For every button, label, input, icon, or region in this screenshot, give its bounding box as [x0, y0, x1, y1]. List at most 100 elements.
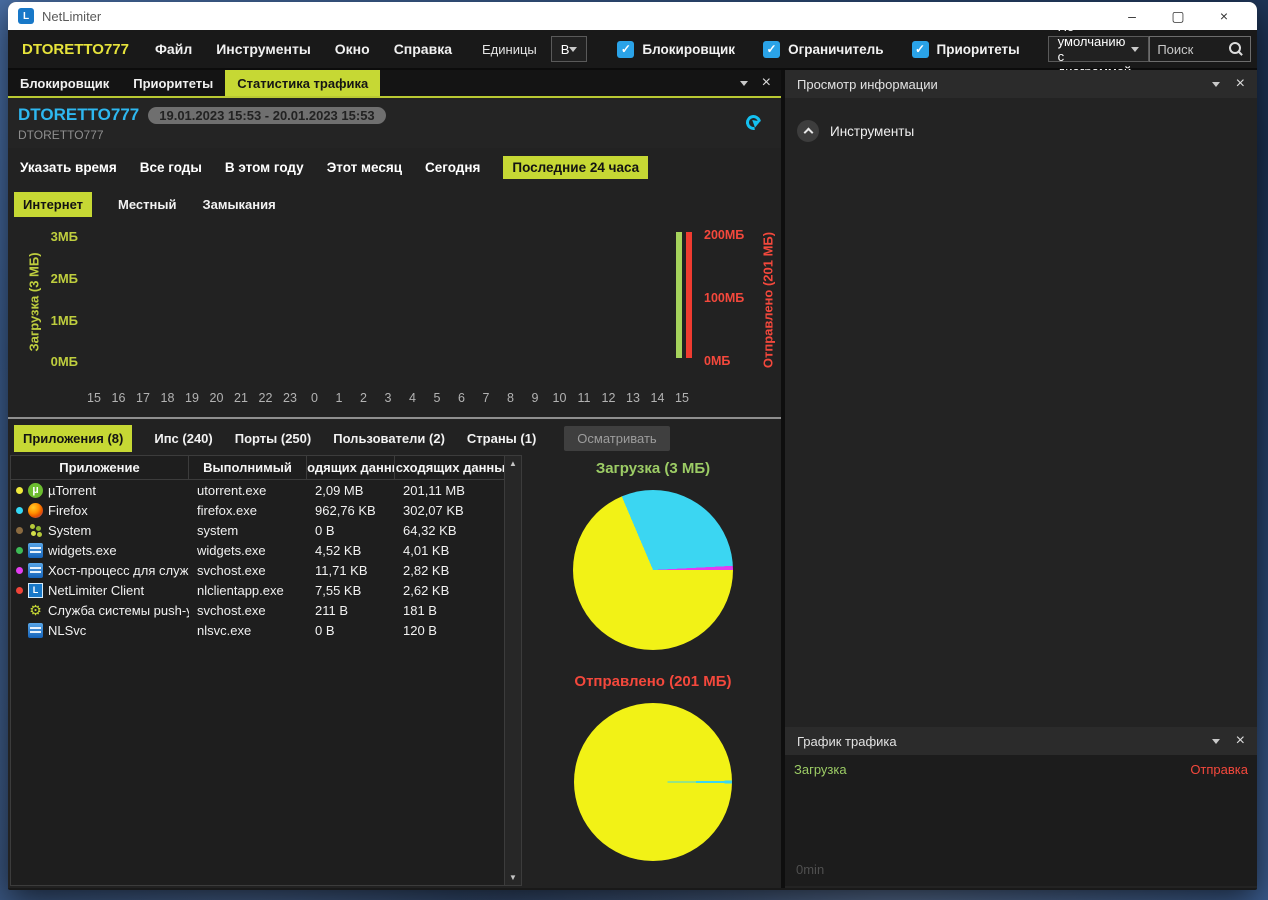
units-select[interactable]: В [550, 36, 588, 62]
checkbox-icon[interactable]: ✓ [617, 40, 635, 58]
window-icon [28, 562, 43, 578]
panel-tab-1[interactable]: Приоритеты [121, 70, 225, 96]
collapse-circle-icon[interactable] [797, 120, 819, 142]
panel-tab-0[interactable]: Блокировщик [8, 70, 121, 96]
panel-menu-chevron-icon[interactable] [1211, 82, 1220, 91]
info-panel-title: Просмотр информации [797, 76, 938, 92]
time-filter-4[interactable]: Сегодня [425, 160, 480, 175]
scope-tab-bar: Интернет Местный Замыкания [14, 191, 276, 217]
right-axis-label: Отправлено (201 МБ) [760, 231, 776, 369]
toggle-2[interactable]: ✓ Приоритеты [911, 40, 1020, 58]
tools-expander[interactable]: Инструменты [797, 120, 914, 142]
menu-item-0[interactable]: Файл [155, 41, 192, 57]
exe-cell: nlclientapp.exe [197, 582, 284, 598]
upload-bar [686, 232, 692, 358]
time-filter-2[interactable]: В этом году [225, 160, 304, 175]
menu-item-3[interactable]: Справка [394, 41, 452, 57]
column-header-1[interactable]: Выполнимый [189, 456, 307, 479]
units-label: Единицы [482, 41, 537, 57]
maximize-button[interactable]: ▢ [1155, 3, 1201, 29]
date-range-badge[interactable]: 19.01.2023 15:53 - 20.01.2023 15:53 [148, 106, 386, 124]
column-header-2[interactable]: Входящих данных [307, 456, 395, 479]
search-input[interactable] [1157, 41, 1230, 57]
app-cell: Хост-процесс для служб [11, 562, 189, 578]
status-dot [16, 526, 23, 534]
menu-item-2[interactable]: Окно [335, 41, 370, 57]
category-tab-1[interactable]: Ипс (240) [154, 431, 212, 446]
search-box[interactable] [1149, 36, 1252, 62]
app-cell: ⚙ Служба системы push-ув [11, 603, 189, 618]
toggle-0[interactable]: ✓ Блокировщик [617, 40, 735, 58]
download-bar [676, 232, 682, 358]
outgoing-cell: 2,82 KB [403, 562, 450, 578]
scope-tab-0[interactable]: Интернет [14, 191, 93, 217]
x-axis-tick: 23 [283, 391, 297, 405]
app-cell: Firefox [11, 502, 189, 518]
exe-cell: nlsvc.exe [197, 622, 252, 638]
upload-pie-chart [574, 703, 732, 861]
app-name: NLSvc [48, 622, 87, 638]
menu-item-1[interactable]: Инструменты [216, 41, 311, 57]
table-row[interactable]: L NetLimiter Client nlclientapp.exe 7,55 KB… [11, 580, 504, 600]
traffic-graph-body: Загрузка Отправка 0min [785, 755, 1257, 886]
table-row[interactable]: µ µTorrent utorrent.exe 2,09 MB 201,11 MB [11, 480, 504, 500]
scope-tab-2[interactable]: Замыкания [202, 197, 275, 212]
close-button[interactable]: × [1201, 3, 1247, 29]
table-row[interactable]: widgets.exe widgets.exe 4,52 KB 4,01 KB [11, 540, 504, 560]
time-filter-0[interactable]: Указать время [20, 160, 117, 175]
column-header-0[interactable]: Приложение [11, 456, 189, 479]
column-header-3[interactable]: Исходящих данных [395, 456, 504, 479]
app-name: µTorrent [48, 482, 96, 498]
inspect-button[interactable]: Осматривать [564, 425, 670, 451]
table-row[interactable]: Хост-процесс для служб svchost.exe 11,71 K… [11, 560, 504, 580]
app-cell: System [11, 523, 189, 538]
table-row[interactable]: NLSvc nlsvc.exe 0 B 120 B [11, 620, 504, 640]
panel-close-icon[interactable]: × [1236, 733, 1245, 749]
time-filter-3[interactable]: Этот месяц [327, 160, 402, 175]
panel-menu-chevron-icon[interactable] [1211, 739, 1220, 748]
x-axis-tick: 15 [87, 391, 101, 405]
x-axis-tick: 14 [650, 391, 665, 405]
search-icon[interactable] [1229, 42, 1243, 56]
scope-tab-1[interactable]: Местный [118, 197, 176, 212]
table-row[interactable]: System system 0 B 64,32 KB [11, 520, 504, 540]
category-tab-0[interactable]: Приложения (8) [14, 424, 133, 452]
table-row[interactable]: ⚙ Служба системы push-ув svchost.exe 211 B 1… [11, 600, 504, 620]
outgoing-cell: 181 B [403, 602, 437, 618]
toggle-1[interactable]: ✓ Ограничитель [763, 40, 884, 58]
app-name: NetLimiter Client [48, 582, 145, 598]
outgoing-cell: 4,01 KB [403, 542, 450, 558]
table-row[interactable]: Firefox firefox.exe 962,76 KB 302,07 KB [11, 500, 504, 520]
category-tab-4[interactable]: Страны (1) [467, 431, 536, 446]
category-tab-2[interactable]: Порты (250) [235, 431, 311, 446]
applications-table: ПриложениеВыполнимыйВходящих данныхИсход… [10, 455, 522, 886]
table-scrollbar[interactable]: ▲ ▼ [504, 456, 521, 885]
x-axis-tick: 20 [209, 391, 224, 405]
panel-tab-2[interactable]: Статистика трафика [225, 70, 381, 96]
splitter-handle[interactable] [8, 417, 781, 419]
panel-close-icon[interactable]: × [1236, 76, 1245, 92]
scroll-up-icon[interactable]: ▲ [509, 459, 517, 468]
time-filter-5[interactable]: Последние 24 часа [503, 155, 649, 179]
window-title: NetLimiter [42, 8, 102, 24]
traffic-graph-title: График трафика [797, 733, 897, 749]
checkbox-icon[interactable]: ✓ [911, 40, 929, 58]
utorrent-icon: µ [28, 482, 43, 498]
scroll-down-icon[interactable]: ▼ [509, 873, 517, 882]
profile-name[interactable]: DTORETTO777 [22, 41, 129, 58]
x-axis-tick: 7 [482, 391, 490, 405]
checkbox-icon[interactable]: ✓ [763, 40, 781, 58]
view-select[interactable]: По умолчанию с диаграммой [1047, 19, 1150, 79]
category-tab-3[interactable]: Пользователи (2) [333, 431, 445, 446]
time-filter-1[interactable]: Все годы [140, 160, 202, 175]
download-pie-chart [573, 490, 733, 650]
stats-header: DTORETTO777 19.01.2023 15:53 - 20.01.202… [8, 100, 781, 148]
tab-bar-spacer [380, 70, 739, 96]
traffic-bar-chart: Загрузка (3 МБ) Отправлено (201 МБ) 3МБ 2… [8, 216, 781, 412]
panel-close-icon[interactable]: × [762, 75, 771, 91]
panel-menu-chevron-icon[interactable] [739, 81, 748, 90]
exe-cell: utorrent.exe [197, 482, 267, 498]
table-body: µ µTorrent utorrent.exe 2,09 MB 201,11 MB Fir… [11, 480, 504, 640]
system-icon [28, 523, 43, 538]
panel-tab-bar: Блокировщик Приоритеты Статистика трафика … [8, 70, 781, 98]
